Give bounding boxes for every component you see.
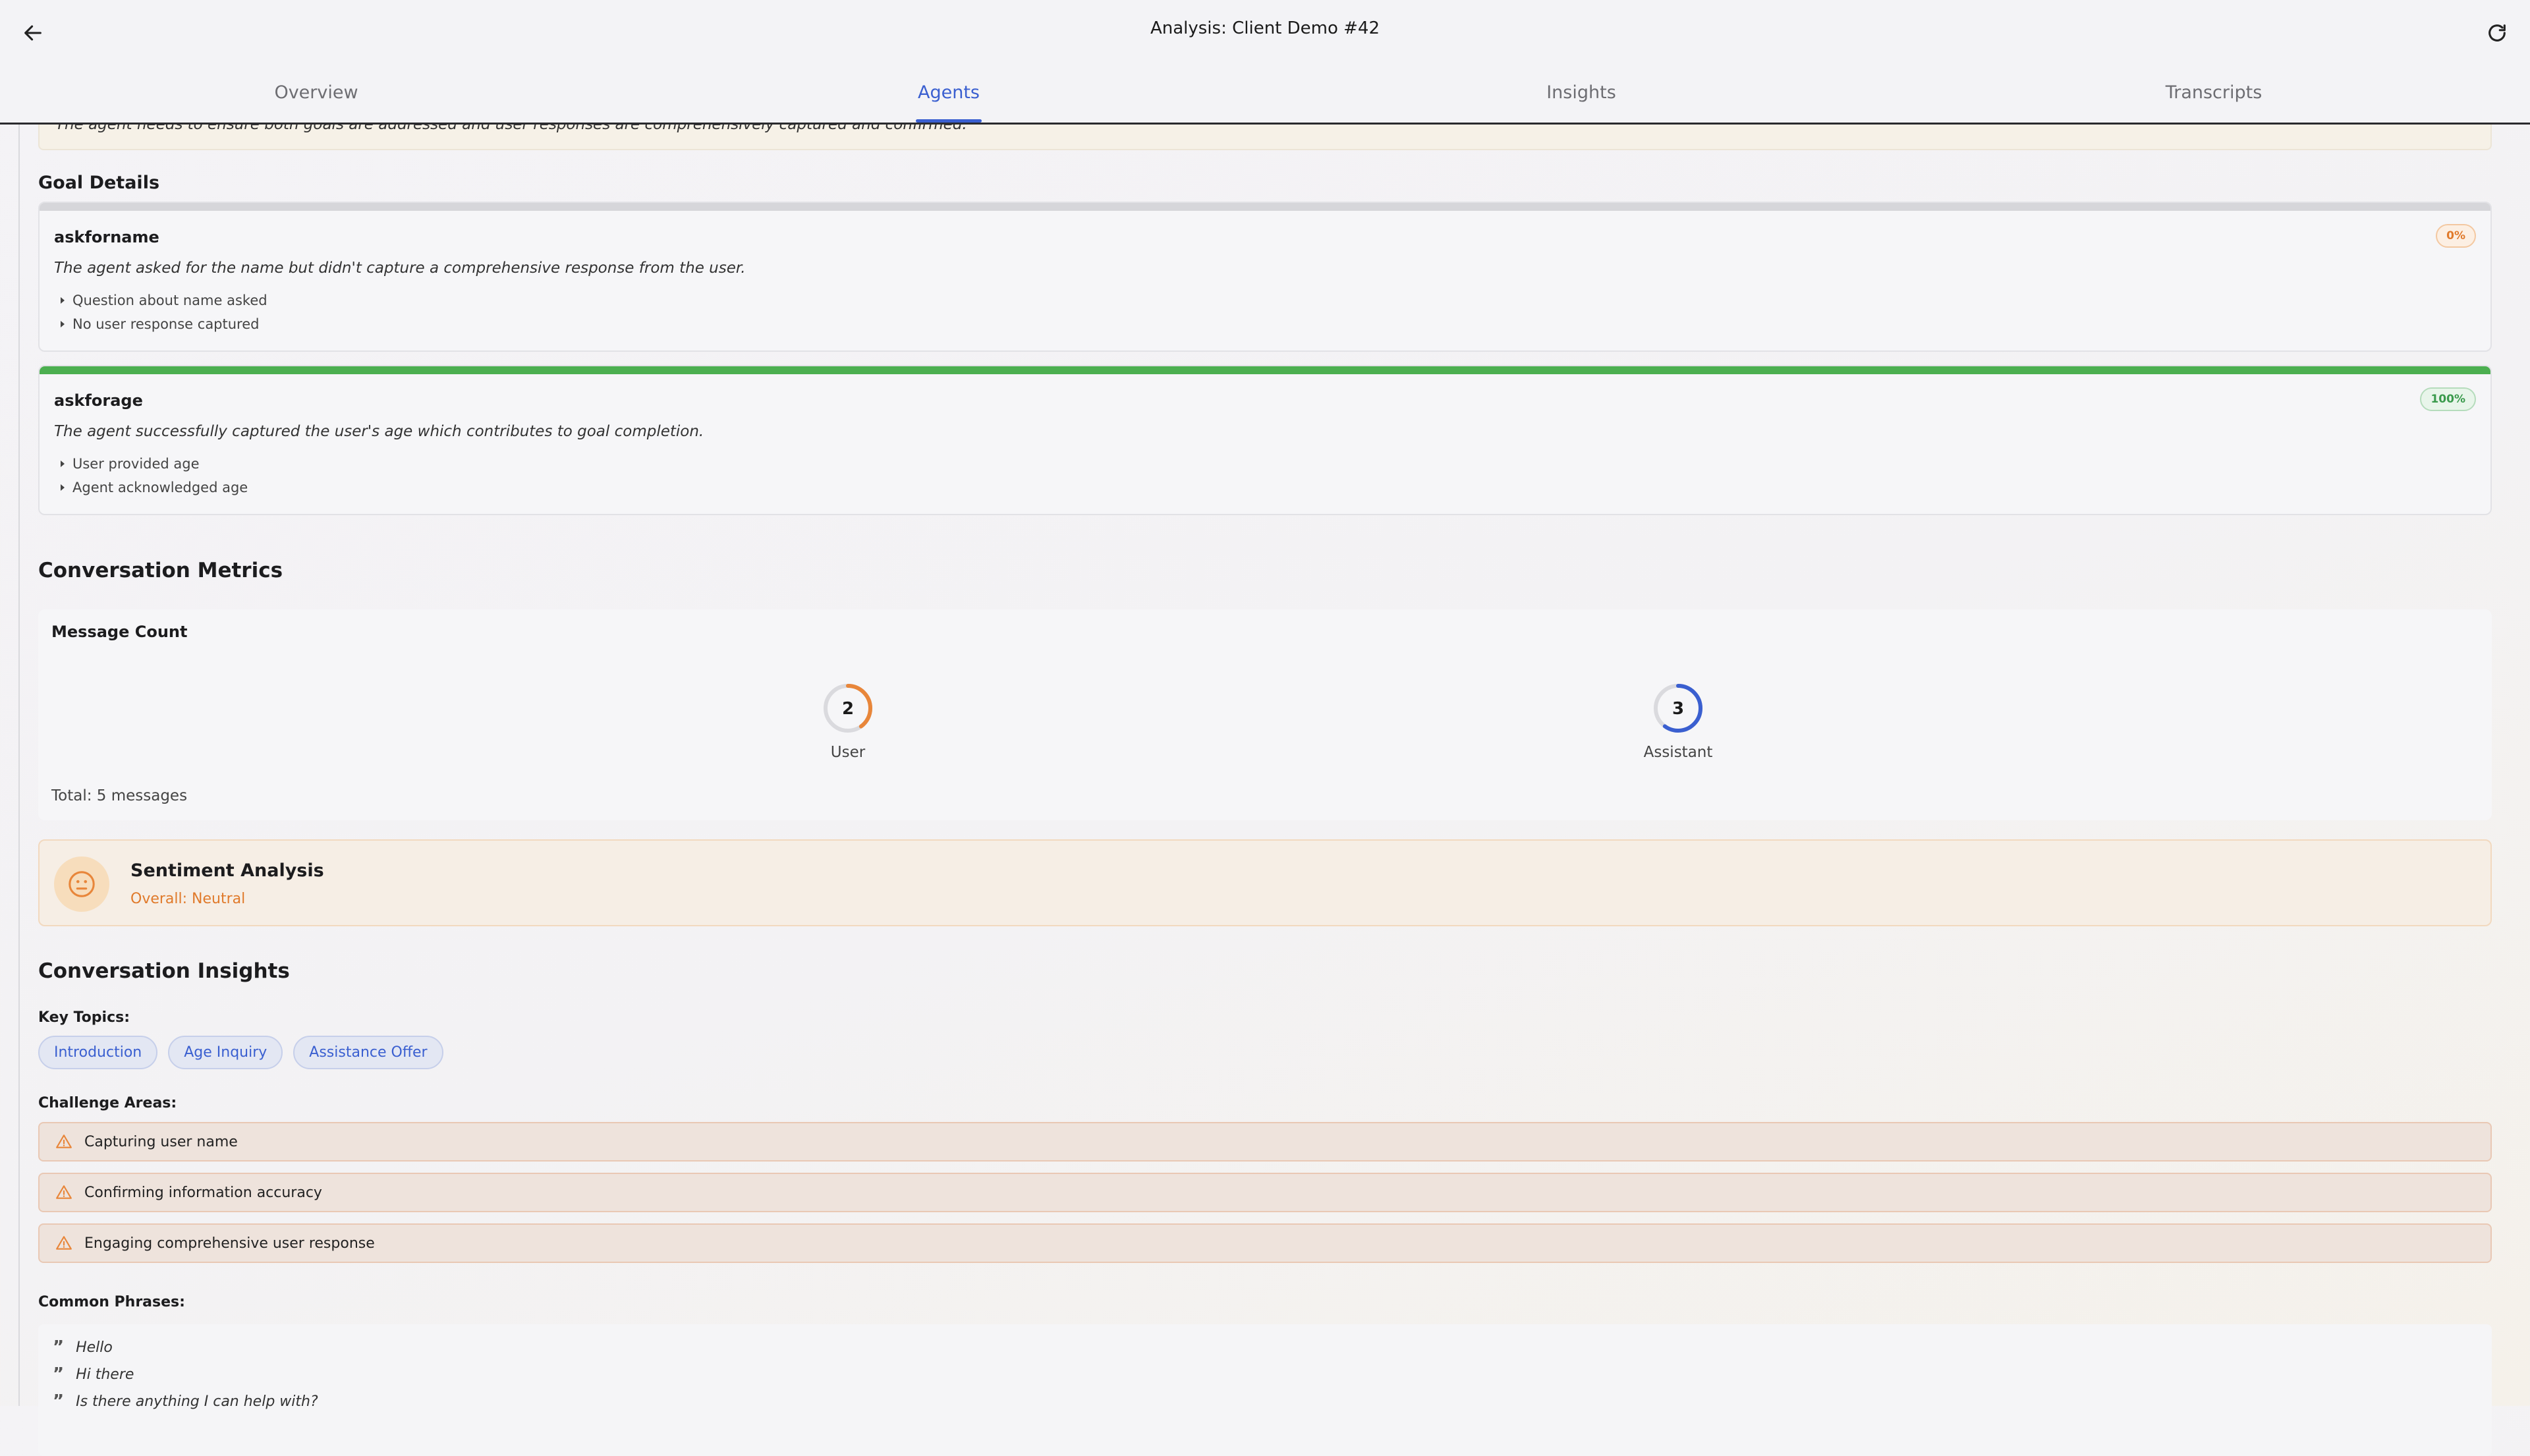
- goal-name: askforname: [54, 228, 159, 246]
- topic-chip[interactable]: Age Inquiry: [168, 1036, 283, 1069]
- phrase-text: Hello: [76, 1339, 113, 1356]
- sentiment-title: Sentiment Analysis: [130, 860, 324, 881]
- warning-icon: [54, 1132, 74, 1152]
- goal-card: askforname 0% The agent asked for the na…: [38, 202, 2492, 352]
- phrase-text: Hi there: [76, 1366, 134, 1383]
- goal-point: Question about name asked: [54, 289, 267, 312]
- goal-point: No user response captured: [54, 312, 267, 336]
- common-phrases: ” Hello ” Hi there ” Is there anything I ca…: [38, 1324, 2492, 1456]
- key-topics-label: Key Topics:: [38, 1009, 130, 1026]
- key-topics: Introduction Age Inquiry Assistance Offe…: [38, 1036, 443, 1069]
- challenge-text: Capturing user name: [84, 1133, 238, 1150]
- tab-agents[interactable]: Agents: [632, 80, 1265, 123]
- tab-transcripts[interactable]: Transcripts: [1898, 80, 2530, 123]
- user-count: 2: [842, 699, 854, 719]
- goal-point: User provided age: [54, 452, 248, 476]
- challenge-areas-label: Challenge Areas:: [38, 1095, 177, 1111]
- assistant-message-ring: 3 Assistant: [1619, 682, 1737, 761]
- sentiment-overall: Overall: Neutral: [130, 891, 246, 907]
- goal-description: The agent successfully captured the user…: [54, 423, 704, 440]
- refresh-icon: [2488, 24, 2506, 42]
- conversation-insights-heading: Conversation Insights: [38, 959, 290, 983]
- refresh-button[interactable]: [2481, 17, 2513, 49]
- user-message-ring: 2 User: [789, 682, 907, 761]
- common-phrases-label: Common Phrases:: [38, 1294, 185, 1310]
- assistant-count: 3: [1672, 699, 1684, 719]
- message-count-title: Message Count: [51, 623, 188, 641]
- goal-point: Agent acknowledged age: [54, 476, 248, 499]
- goal-points: Question about name asked No user respon…: [54, 289, 267, 336]
- goal-percent-badge: 100%: [2420, 387, 2476, 411]
- quote-icon: ”: [53, 1364, 65, 1384]
- sentiment-card: Sentiment Analysis Overall: Neutral: [38, 839, 2492, 926]
- warning-icon: [54, 1233, 74, 1253]
- warning-icon: [54, 1183, 74, 1202]
- message-total: Total: 5 messages: [51, 787, 188, 804]
- topic-chip[interactable]: Assistance Offer: [293, 1036, 443, 1069]
- neutral-face-icon: [54, 856, 109, 912]
- tab-insights[interactable]: Insights: [1265, 80, 1898, 123]
- tab-bar: Overview Agents Insights Transcripts: [0, 80, 2530, 123]
- user-ring-chart: 2: [824, 684, 872, 733]
- phrase-item: ” Hi there: [53, 1364, 134, 1384]
- challenge-item: Capturing user name: [38, 1122, 2492, 1162]
- topic-chip[interactable]: Introduction: [38, 1036, 158, 1069]
- page-title: Analysis: Client Demo #42: [1150, 18, 1380, 38]
- goal-points: User provided age Agent acknowledged age: [54, 452, 248, 499]
- assistant-ring-chart: 3: [1654, 684, 1702, 733]
- quote-icon: ”: [53, 1391, 65, 1411]
- content-border: [18, 123, 20, 1406]
- app-header: Analysis: Client Demo #42 Overview Agent…: [0, 0, 2530, 125]
- challenge-text: Engaging comprehensive user response: [84, 1235, 375, 1252]
- tab-overview[interactable]: Overview: [0, 80, 632, 123]
- goal-description: The agent asked for the name but didn't …: [54, 260, 746, 277]
- quote-icon: ”: [53, 1337, 65, 1357]
- assistant-label: Assistant: [1643, 744, 1713, 761]
- phrase-text: Is there anything I can help with?: [76, 1393, 318, 1410]
- goal-card: askforage 100% The agent successfully ca…: [38, 365, 2492, 515]
- phrase-item: ” Hello: [53, 1337, 113, 1357]
- challenge-item: Confirming information accuracy: [38, 1173, 2492, 1212]
- goal-progress-bar: [40, 366, 2490, 374]
- phrase-item: ” Is there anything I can help with?: [53, 1391, 318, 1411]
- goal-name: askforage: [54, 391, 143, 410]
- message-count-card: Message Count 2 User 3 Assistant Total: …: [38, 609, 2492, 820]
- goal-progress-bar: [40, 203, 2490, 211]
- goal-percent-badge: 0%: [2436, 224, 2476, 248]
- challenge-text: Confirming information accuracy: [84, 1184, 322, 1201]
- conversation-metrics-heading: Conversation Metrics: [38, 559, 283, 582]
- goal-details-heading: Goal Details: [38, 173, 160, 193]
- challenge-item: Engaging comprehensive user response: [38, 1223, 2492, 1263]
- user-label: User: [830, 744, 866, 761]
